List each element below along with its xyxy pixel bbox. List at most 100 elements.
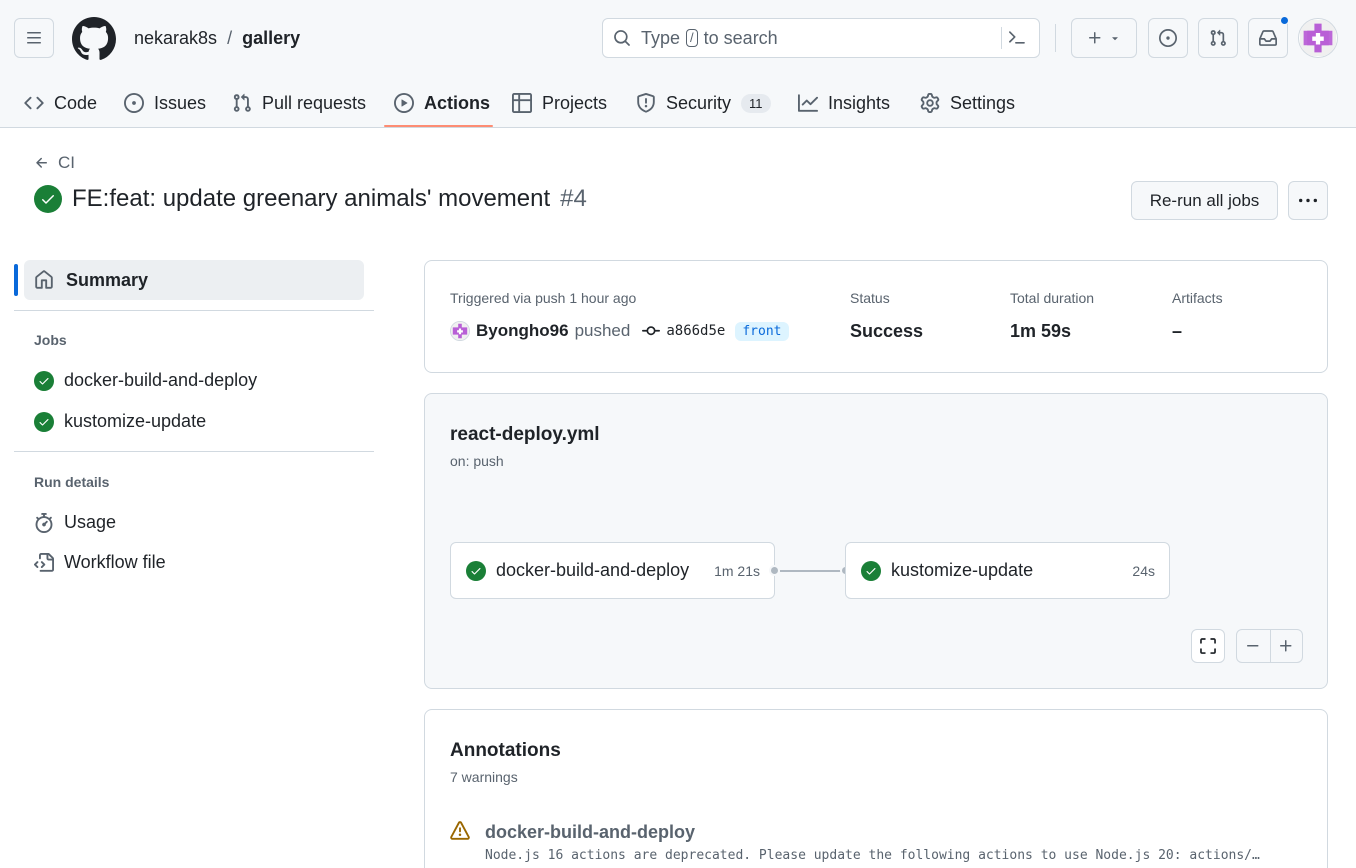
- branch-label[interactable]: front: [735, 321, 789, 341]
- tab-label: Projects: [542, 92, 608, 113]
- zoom-out-button[interactable]: [1237, 630, 1270, 662]
- tab-security[interactable]: Security 11: [636, 80, 771, 126]
- sidebar-active-indicator: [14, 264, 18, 296]
- tab-label: Settings: [950, 92, 1016, 113]
- jobs-heading: Jobs: [34, 332, 67, 348]
- sidebar-item-summary[interactable]: Summary: [24, 260, 364, 300]
- workflow-graph-card: react-deploy.yml on: push docker-build-a…: [424, 393, 1328, 689]
- trigger-details: Byongho96 pushed a866d5e front: [450, 321, 789, 341]
- job-duration: 24s: [1132, 562, 1155, 579]
- success-check-icon: [34, 411, 54, 432]
- workflow-name: CI: [58, 153, 75, 172]
- file-code-icon: [34, 552, 54, 572]
- job-name: kustomize-update: [891, 560, 1034, 580]
- success-check-icon: [34, 185, 62, 213]
- fit-to-screen-button[interactable]: [1191, 629, 1225, 663]
- run-details-heading: Run details: [34, 474, 110, 490]
- tab-label: Actions: [424, 92, 491, 113]
- plus-icon: [1089, 32, 1101, 44]
- create-new-button[interactable]: [1071, 18, 1137, 58]
- menu-button[interactable]: [14, 18, 54, 58]
- identicon-icon: [1300, 20, 1336, 56]
- home-icon: [35, 270, 53, 289]
- tab-label: Security: [666, 92, 732, 113]
- duration-value[interactable]: 1m 59s: [1010, 321, 1071, 342]
- stopwatch-icon: [35, 512, 53, 533]
- success-check-icon: [861, 560, 881, 581]
- tab-label: Issues: [154, 92, 207, 113]
- actor-avatar[interactable]: [450, 321, 470, 341]
- rerun-all-jobs-button[interactable]: Re-run all jobs: [1131, 181, 1278, 220]
- tab-insights[interactable]: Insights: [798, 80, 890, 126]
- git-pull-request-icon: [1210, 29, 1226, 46]
- actor-name-link[interactable]: Byongho96: [476, 321, 569, 341]
- sidebar-job-docker-build-and-deploy[interactable]: docker-build-and-deploy: [34, 370, 257, 391]
- page-title: FE:feat: update greenary animals' moveme…: [34, 185, 587, 213]
- graph-connector-line: [780, 570, 846, 572]
- artifacts-value: –: [1172, 321, 1183, 341]
- triangle-down-icon: [1112, 37, 1118, 41]
- tab-issues[interactable]: Issues: [124, 80, 206, 126]
- sidebar-divider: [14, 310, 374, 311]
- sidebar-item-label: Summary: [66, 269, 149, 290]
- search-placeholder: Type / to search: [641, 28, 778, 49]
- security-count-badge: 11: [741, 93, 771, 113]
- tab-pull-requests[interactable]: Pull requests: [232, 80, 366, 126]
- search-icon: [614, 30, 630, 46]
- play-icon: [394, 93, 414, 113]
- trigger-label: Triggered via push 1 hour ago: [450, 290, 637, 306]
- search-prefix: Type: [641, 27, 681, 48]
- table-icon: [512, 93, 532, 113]
- back-to-workflow-link[interactable]: CI: [34, 153, 75, 173]
- job-name: docker-build-and-deploy: [496, 560, 690, 580]
- active-tab-indicator: [384, 125, 493, 127]
- repo-name-link[interactable]: gallery: [242, 28, 300, 49]
- command-palette-button[interactable]: [1001, 27, 1031, 49]
- global-header: nekarak8s / gallery Type / to search Cod…: [0, 0, 1356, 128]
- hamburger-icon: [27, 32, 41, 44]
- code-icon: [24, 96, 44, 110]
- identicon-icon: [451, 322, 469, 340]
- git-pull-request-icon: [233, 93, 251, 112]
- tab-actions[interactable]: Actions: [394, 80, 490, 126]
- zoom-controls: [1236, 629, 1303, 663]
- search-input[interactable]: Type / to search: [602, 18, 1040, 58]
- graph-connector-dot: [769, 565, 780, 576]
- annotation-message: Node.js 16 actions are deprecated. Pleas…: [485, 848, 1260, 863]
- your-issues-button[interactable]: [1148, 18, 1188, 58]
- search-shortcut-key: /: [686, 29, 698, 47]
- run-title: FE:feat: update greenary animals' moveme…: [72, 185, 551, 212]
- job-node-kustomize-update[interactable]: kustomize-update 24s: [845, 542, 1170, 599]
- github-logo-icon[interactable]: [72, 17, 116, 61]
- search-suffix: to search: [703, 27, 778, 48]
- artifacts-label: Artifacts: [1172, 290, 1223, 306]
- sidebar-item-usage[interactable]: Usage: [34, 512, 116, 533]
- issue-opened-icon: [1159, 29, 1177, 47]
- job-duration: 1m 21s: [714, 562, 760, 579]
- status-label: Status: [850, 290, 890, 306]
- header-divider: [1055, 24, 1056, 52]
- job-node-docker-build-and-deploy[interactable]: docker-build-and-deploy 1m 21s: [450, 542, 775, 599]
- more-options-button[interactable]: [1288, 181, 1328, 220]
- tab-projects[interactable]: Projects: [512, 80, 607, 126]
- tab-code[interactable]: Code: [24, 80, 97, 126]
- success-check-icon: [466, 560, 486, 581]
- kebab-horizontal-icon: [1299, 198, 1317, 202]
- sidebar-item-workflow-file[interactable]: Workflow file: [34, 552, 166, 573]
- sidebar-divider: [14, 451, 374, 452]
- zoom-in-button[interactable]: [1269, 630, 1303, 662]
- your-pull-requests-button[interactable]: [1198, 18, 1238, 58]
- unread-indicator: [1280, 16, 1289, 25]
- sidebar-item-label: Usage: [64, 512, 117, 532]
- repo-tabs: Code Issues Pull requests Actions Projec…: [0, 80, 1356, 128]
- repo-owner-link[interactable]: nekarak8s: [134, 28, 217, 49]
- commit-sha-link[interactable]: a866d5e: [666, 323, 725, 339]
- screen-full-icon: [1200, 638, 1216, 654]
- annotation-job-link[interactable]: docker-build-and-deploy: [485, 822, 695, 843]
- terminal-icon: [1008, 31, 1025, 44]
- tab-settings[interactable]: Settings: [920, 80, 1015, 126]
- sidebar-job-kustomize-update[interactable]: kustomize-update: [34, 411, 206, 432]
- repo-breadcrumb: nekarak8s / gallery: [134, 28, 300, 49]
- annotations-title: Annotations: [450, 740, 561, 761]
- user-avatar[interactable]: [1298, 18, 1338, 58]
